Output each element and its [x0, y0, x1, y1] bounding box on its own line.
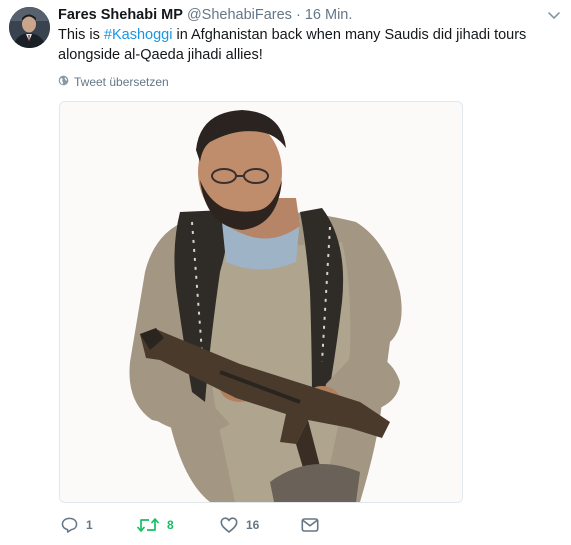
author-avatar[interactable] — [9, 7, 50, 48]
tweet-timestamp[interactable]: 16 Min. — [305, 7, 353, 23]
photo-image — [60, 102, 462, 502]
tweet-text: This is #Kashoggi in Afghanistan back wh… — [58, 25, 528, 65]
retweet-icon — [137, 517, 159, 533]
hashtag-link[interactable]: #Kashoggi — [104, 27, 173, 43]
translate-tweet-link[interactable]: Tweet übersetzen — [58, 73, 169, 91]
globe-icon — [58, 73, 69, 91]
tweet-photo[interactable] — [59, 101, 463, 503]
like-button[interactable]: 16 — [220, 514, 259, 536]
reply-icon — [61, 517, 78, 533]
tweet-actions: 1 8 16 — [58, 514, 358, 536]
like-count: 16 — [246, 518, 260, 532]
retweet-count: 8 — [167, 518, 174, 532]
direct-message-icon — [301, 517, 319, 533]
translate-label: Tweet übersetzen — [74, 75, 169, 89]
author-name[interactable]: Fares Shehabi MP — [58, 7, 183, 23]
reply-count: 1 — [86, 518, 93, 532]
tweet-header: Fares Shehabi MP @ShehabiFares · 16 Min. — [58, 5, 541, 25]
author-handle[interactable]: @ShehabiFares — [187, 7, 292, 23]
tweet-text-part: This is — [58, 27, 104, 43]
direct-message-button[interactable] — [301, 514, 319, 536]
retweet-button[interactable]: 8 — [137, 514, 174, 536]
header-separator: · — [295, 7, 301, 23]
like-icon — [220, 517, 238, 533]
avatar-photo — [9, 7, 50, 48]
chevron-down-icon[interactable] — [547, 8, 561, 22]
reply-button[interactable]: 1 — [61, 514, 93, 536]
